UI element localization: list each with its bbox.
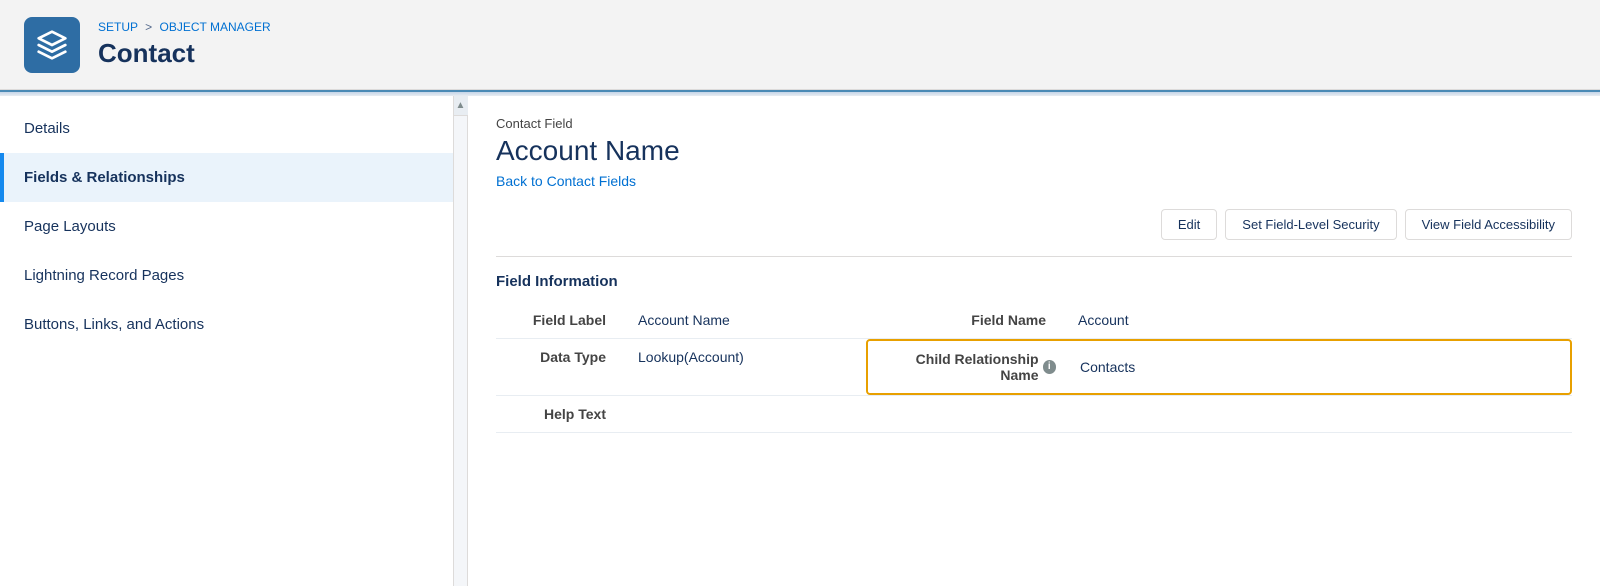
child-rel-inner: Child Relationship Name i Contacts bbox=[868, 341, 1570, 393]
breadcrumb-setup[interactable]: SETUP bbox=[98, 20, 138, 34]
sidebar: ▲ Details Fields & Relationships Page La… bbox=[0, 96, 468, 586]
action-buttons: Edit Set Field-Level Security View Field… bbox=[496, 209, 1572, 240]
section-divider bbox=[496, 256, 1572, 257]
field-name-key: Field Name bbox=[866, 302, 1066, 339]
data-type-key: Data Type bbox=[496, 339, 626, 396]
sidebar-item-page-layouts[interactable]: Page Layouts bbox=[0, 202, 453, 251]
sidebar-item-details[interactable]: Details bbox=[0, 104, 453, 153]
help-text-right-key bbox=[866, 396, 1066, 433]
sidebar-nav: Details Fields & Relationships Page Layo… bbox=[0, 104, 467, 349]
info-icon[interactable]: i bbox=[1043, 360, 1056, 374]
child-relationship-name-key: Child Relationship Name i bbox=[868, 341, 1068, 393]
field-section-label: Contact Field bbox=[496, 116, 1572, 131]
content-area: Contact Field Account Name Back to Conta… bbox=[468, 96, 1600, 586]
help-text-value bbox=[626, 396, 866, 433]
scroll-up-arrow[interactable]: ▲ bbox=[454, 96, 468, 116]
edit-button[interactable]: Edit bbox=[1161, 209, 1217, 240]
help-text-key: Help Text bbox=[496, 396, 626, 433]
sidebar-item-buttons-links-actions[interactable]: Buttons, Links, and Actions bbox=[0, 300, 453, 349]
child-relationship-highlight-box: Child Relationship Name i Contacts bbox=[866, 339, 1572, 395]
field-title: Account Name bbox=[496, 135, 1572, 167]
child-relationship-name-value: Contacts bbox=[1068, 341, 1147, 393]
breadcrumb-sep: > bbox=[145, 20, 152, 34]
layers-icon bbox=[36, 29, 68, 61]
main-layout: ▲ Details Fields & Relationships Page La… bbox=[0, 96, 1600, 586]
table-row-field-label: Field Label Account Name Field Name Acco… bbox=[496, 302, 1572, 339]
sidebar-scrollbar[interactable]: ▲ bbox=[453, 96, 467, 586]
breadcrumb-object-manager[interactable]: OBJECT MANAGER bbox=[160, 20, 271, 34]
field-label-value: Account Name bbox=[626, 302, 866, 339]
app-icon bbox=[24, 17, 80, 73]
set-field-level-security-button[interactable]: Set Field-Level Security bbox=[1225, 209, 1396, 240]
page-title: Contact bbox=[98, 38, 271, 69]
section-title: Field Information bbox=[496, 273, 1572, 290]
table-row-help-text: Help Text bbox=[496, 396, 1572, 433]
field-label-key: Field Label bbox=[496, 302, 626, 339]
help-text-right-value bbox=[1066, 396, 1572, 433]
app-header: SETUP > OBJECT MANAGER Contact bbox=[0, 0, 1600, 90]
table-row-data-type: Data Type Lookup(Account) Child Relation… bbox=[496, 339, 1572, 396]
breadcrumb: SETUP > OBJECT MANAGER bbox=[98, 20, 271, 34]
view-field-accessibility-button[interactable]: View Field Accessibility bbox=[1405, 209, 1572, 240]
sidebar-item-lightning-record-pages[interactable]: Lightning Record Pages bbox=[0, 251, 453, 300]
field-info-table: Field Label Account Name Field Name Acco… bbox=[496, 302, 1572, 433]
field-name-value: Account bbox=[1066, 302, 1572, 339]
sidebar-item-fields-relationships[interactable]: Fields & Relationships bbox=[0, 153, 453, 202]
title-block: SETUP > OBJECT MANAGER Contact bbox=[98, 20, 271, 69]
back-to-fields-link[interactable]: Back to Contact Fields bbox=[496, 173, 636, 189]
data-type-value: Lookup(Account) bbox=[626, 339, 866, 396]
